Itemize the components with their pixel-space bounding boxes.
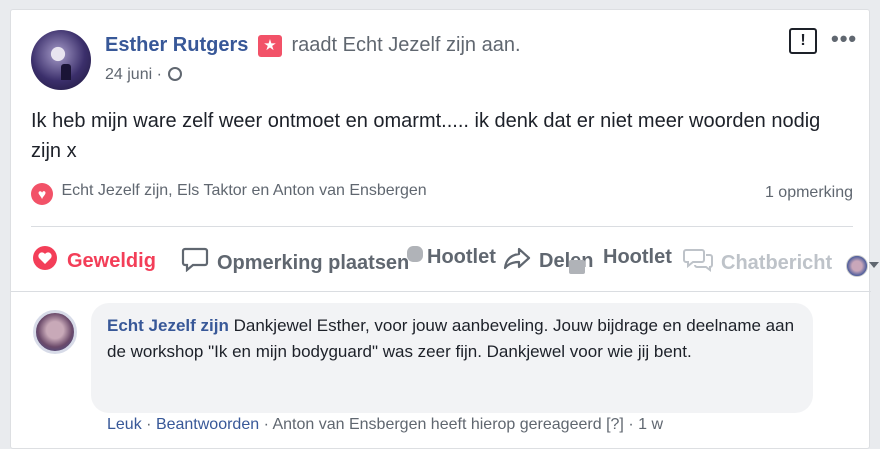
reactions-names[interactable]: Echt Jezelf zijn, Els Taktor en Anton va…: [61, 182, 426, 199]
hootlet-label-2: Hootlet: [603, 246, 672, 268]
chat-button[interactable]: Chatbericht: [683, 246, 832, 278]
hootlet-label: Hootlet: [427, 246, 496, 268]
page-selector-avatar[interactable]: [846, 255, 868, 277]
post-header: Esther Rutgers ★ raadt Echt Jezelf zijn …: [105, 34, 521, 57]
post-date[interactable]: 24 juni: [105, 66, 152, 83]
author-name[interactable]: Esther Rutgers: [105, 34, 248, 56]
separator: ·: [263, 416, 269, 433]
post-text: Ik heb mijn ware zelf weer ontmoet en om…: [31, 110, 821, 162]
love-button[interactable]: Geweldig: [31, 246, 156, 276]
comment-button-label: Opmerking plaatsen: [217, 252, 410, 274]
reactions-summary: ♥ Echt Jezelf zijn, Els Taktor en Anton …: [31, 182, 853, 210]
comment-like-link[interactable]: Leuk: [107, 416, 142, 433]
globe-icon: [168, 67, 183, 81]
divider: [31, 226, 853, 227]
separator: ·: [628, 416, 634, 433]
hootlet-box-icon: [569, 260, 585, 274]
chat-bubbles-icon: [683, 246, 713, 278]
commenter-name[interactable]: Echt Jezelf zijn: [107, 316, 229, 335]
comment-button[interactable]: Opmerking plaatsen: [181, 246, 409, 278]
commenter-avatar[interactable]: [33, 310, 77, 354]
recommendation-text: raadt Echt Jezelf zijn aan.: [291, 34, 521, 56]
chevron-down-icon[interactable]: [869, 262, 879, 268]
more-options-icon[interactable]: •••: [831, 26, 857, 52]
hootlet-button-2[interactable]: Hootlet: [603, 246, 672, 269]
hootlet-button[interactable]: Hootlet: [427, 246, 496, 269]
comment-count[interactable]: 1 opmerking: [765, 184, 853, 202]
divider: [11, 291, 871, 292]
comment-time[interactable]: 1 w: [638, 416, 663, 433]
comment-actions: Leuk · Beantwoorden · Anton van Ensberge…: [107, 416, 663, 434]
meta-separator: ·: [156, 66, 162, 83]
love-reaction-icon: ♥: [31, 183, 53, 205]
post-meta: 24 juni ·: [105, 66, 183, 84]
action-bar: Geweldig Opmerking plaatsen Hootlet Dele…: [31, 240, 880, 278]
reacted-note: Anton van Ensbergen heeft hierop gereage…: [272, 416, 602, 433]
owl-icon: [407, 246, 423, 262]
heart-icon: [31, 246, 59, 276]
love-button-label: Geweldig: [67, 250, 156, 272]
separator: ·: [146, 416, 152, 433]
comment-bubble: Echt Jezelf zijn Dankjewel Esther, voor …: [91, 303, 813, 413]
help-link[interactable]: [?]: [606, 416, 624, 433]
speech-bubble-icon: [181, 246, 209, 278]
share-arrow-icon: [503, 246, 531, 276]
author-avatar[interactable]: [31, 30, 91, 90]
star-review-icon: ★: [257, 35, 282, 57]
share-label: Delen: [539, 250, 594, 272]
chat-label: Chatbericht: [721, 252, 833, 274]
comment-reply-link[interactable]: Beantwoorden: [156, 416, 259, 433]
report-icon[interactable]: !: [789, 28, 817, 54]
post-card: Esther Rutgers ★ raadt Echt Jezelf zijn …: [10, 9, 879, 449]
